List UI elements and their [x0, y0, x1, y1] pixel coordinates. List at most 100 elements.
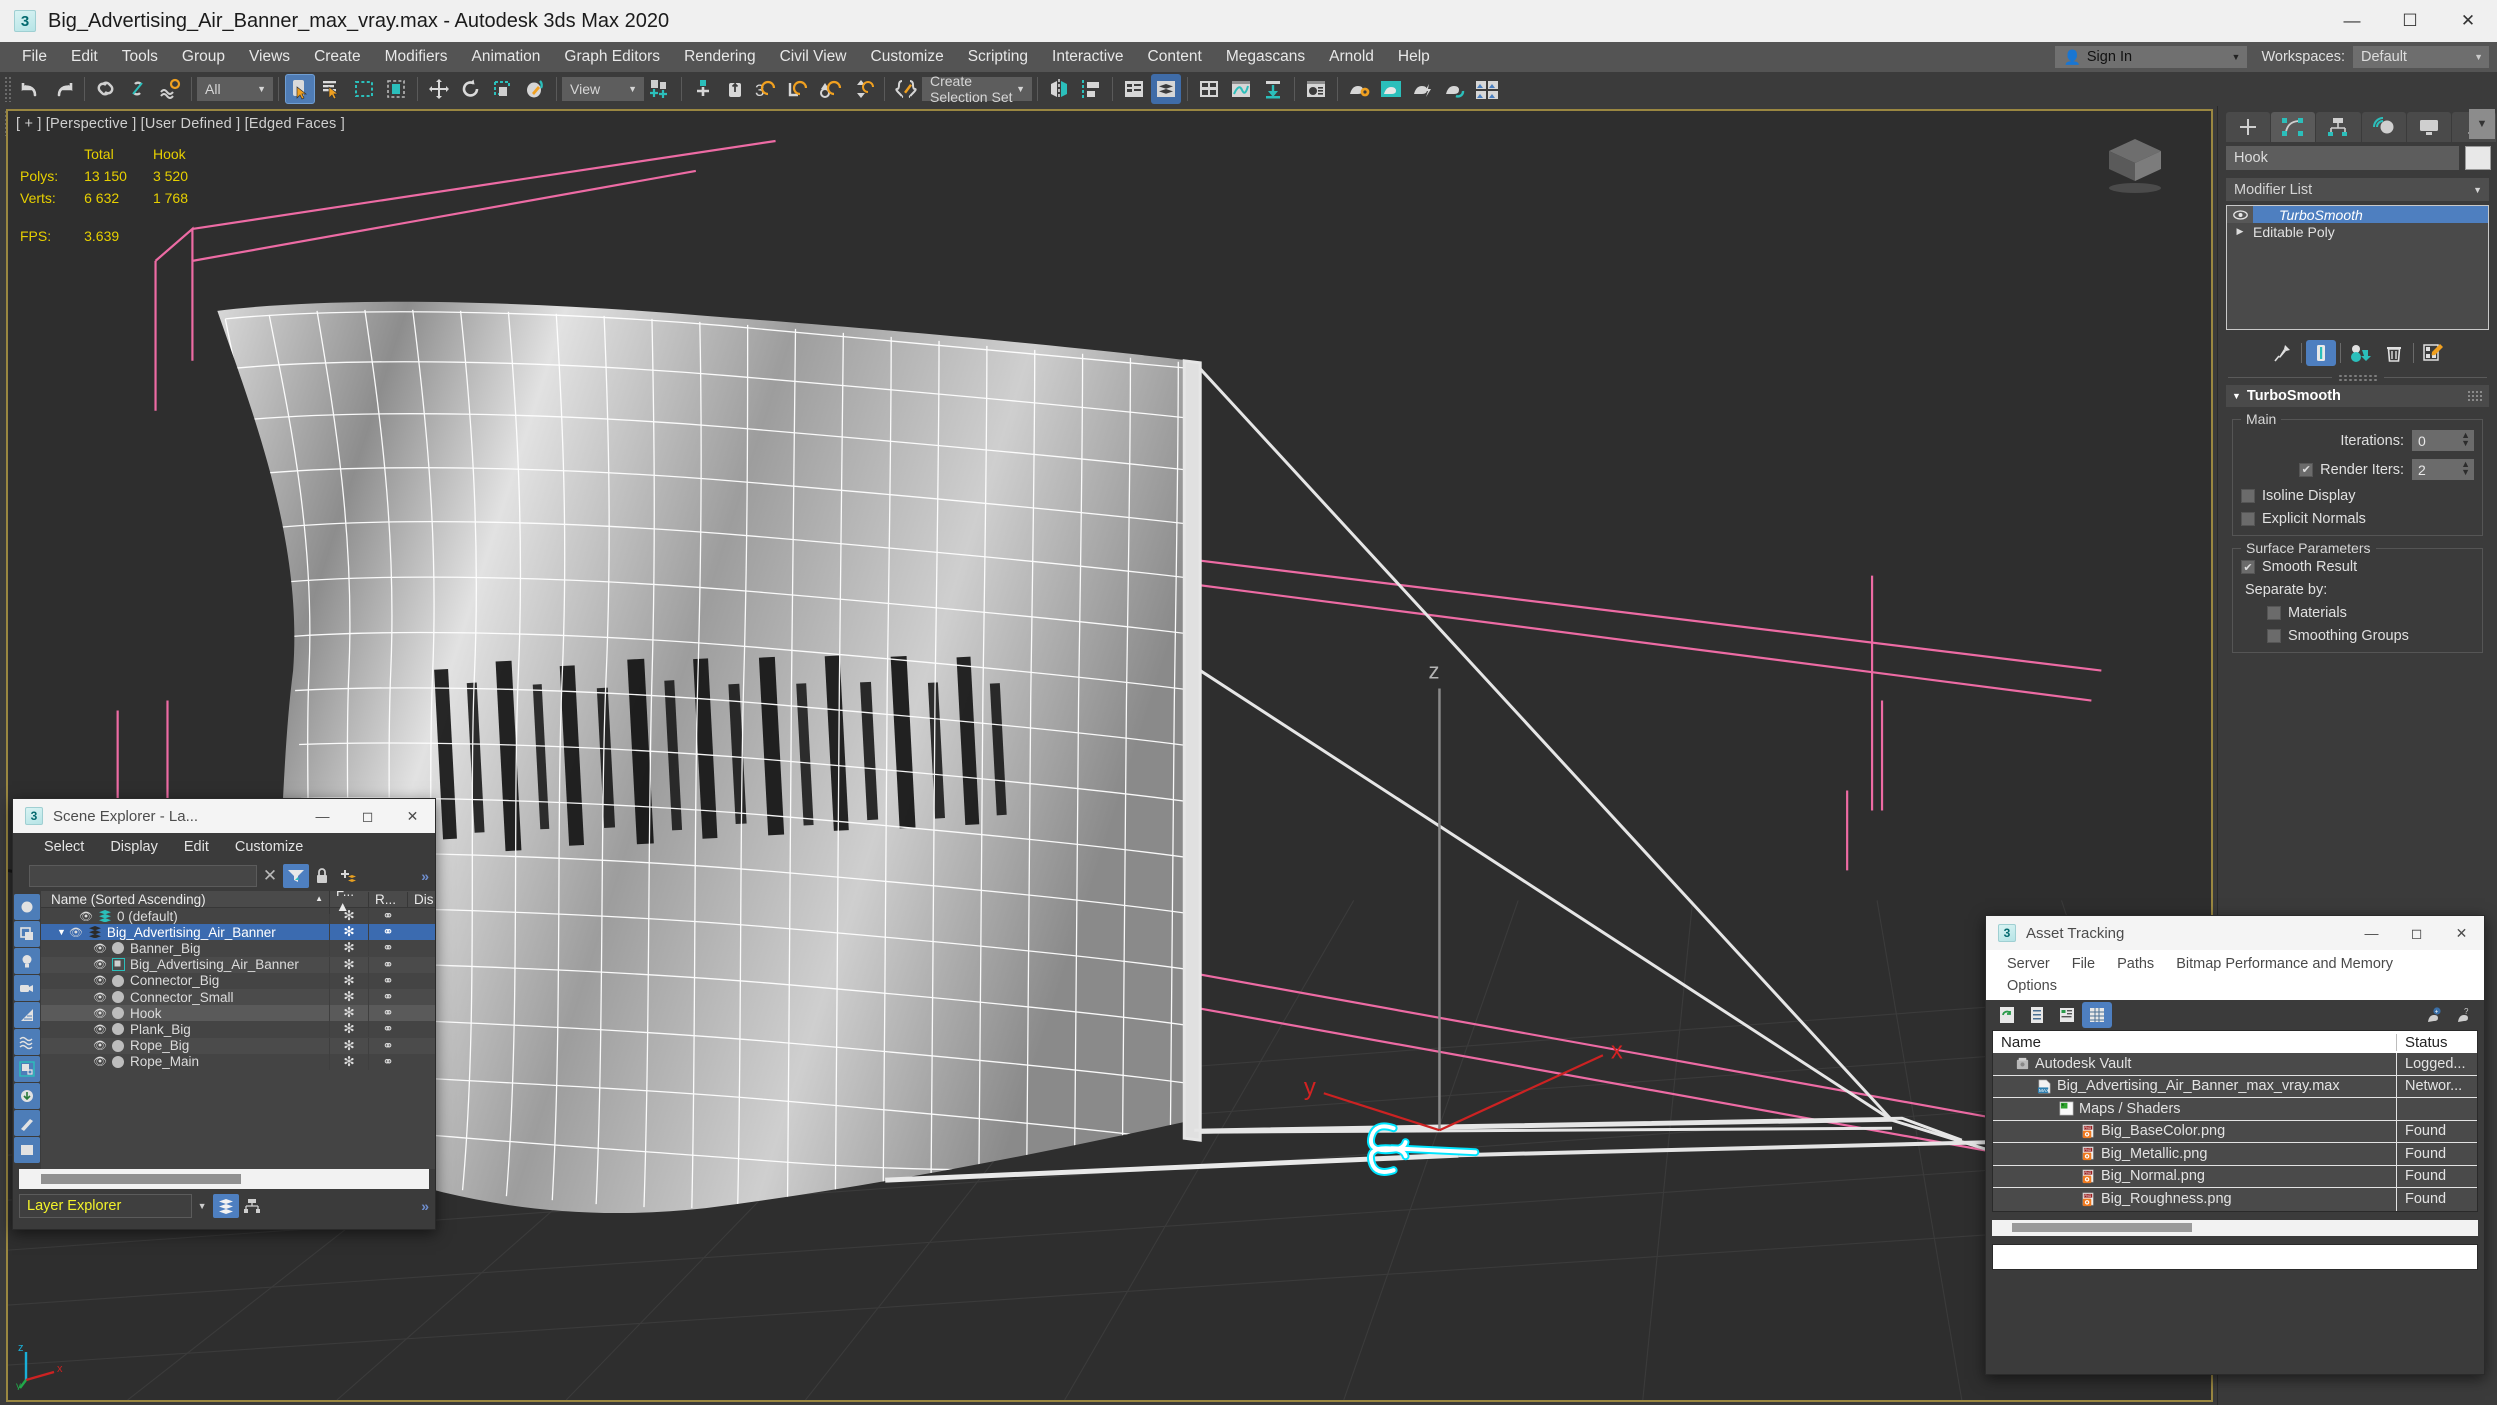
eye-icon[interactable]: 👁: [93, 1023, 107, 1036]
hierarchy-view-icon[interactable]: [239, 1194, 265, 1218]
schematic-view-icon[interactable]: [1258, 74, 1288, 104]
eye-icon[interactable]: 👁: [79, 910, 93, 923]
asset-tracking-table[interactable]: Name Status Autodesk Vault Logged... MAX…: [1992, 1030, 2478, 1212]
use-pivot-point-center-icon[interactable]: [645, 74, 675, 104]
lock-icon[interactable]: [309, 864, 335, 888]
material-editor-icon[interactable]: [1301, 74, 1331, 104]
explicit-normals-checkbox[interactable]: [2241, 512, 2255, 526]
scrollbar-thumb[interactable]: [41, 1174, 241, 1184]
scene-explorer-tree[interactable]: Name (Sorted Ascending) ▲ F... ▲ R... Di…: [41, 891, 435, 1169]
select-object-icon[interactable]: [285, 74, 315, 104]
column-name[interactable]: Name: [1993, 1033, 2397, 1051]
at-menu-file[interactable]: File: [2061, 953, 2106, 975]
select-and-place-icon[interactable]: [520, 74, 550, 104]
frozen-cell[interactable]: ✻: [329, 924, 368, 941]
scene-explorer-dialog[interactable]: 3 Scene Explorer - La... — ◻ ✕ Select Di…: [12, 798, 436, 1230]
panel-more-button[interactable]: ▼: [2469, 109, 2495, 139]
menu-file[interactable]: File: [10, 45, 59, 69]
menu-animation[interactable]: Animation: [459, 45, 552, 69]
filter-icon[interactable]: [283, 864, 309, 888]
asset-tracking-close-button[interactable]: ✕: [2439, 916, 2484, 950]
se-menu-select[interactable]: Select: [31, 839, 97, 855]
pin-stack-icon[interactable]: [2267, 340, 2297, 366]
scene-explorer-hscrollbar[interactable]: [19, 1169, 429, 1189]
selection-set-combo[interactable]: Create Selection Set ▼: [922, 73, 1032, 105]
table-row[interactable]: Autodesk Vault Logged...: [1993, 1053, 2477, 1076]
render-cell[interactable]: ⚭: [368, 1037, 407, 1054]
table-row[interactable]: Maps / Shaders: [1993, 1098, 2477, 1121]
maximize-button[interactable]: ☐: [2381, 0, 2439, 42]
render-iters-checkbox[interactable]: ✔: [2299, 462, 2314, 477]
menu-content[interactable]: Content: [1136, 45, 1214, 69]
spinner-snap2-icon[interactable]: [848, 74, 878, 104]
object-name-field[interactable]: Hook: [2226, 146, 2459, 170]
snaps-toggle-3d-icon[interactable]: [720, 74, 750, 104]
eye-icon[interactable]: 👁: [93, 958, 107, 971]
chevron-down-icon[interactable]: ▼: [198, 1201, 207, 1211]
iterations-spinner[interactable]: 0 ▲ ▼: [2412, 430, 2474, 451]
filter-shapes-icon[interactable]: [14, 921, 40, 947]
asset-tracking-dialog[interactable]: 3 Asset Tracking — ◻ ✕ Server File Paths…: [1985, 915, 2485, 1375]
filter-cameras-icon[interactable]: [14, 975, 40, 1001]
table-row[interactable]: PNG Big_Normal.png Found: [1993, 1165, 2477, 1188]
spinner-snap-toggle-icon[interactable]: [816, 74, 846, 104]
filter-helpers-icon[interactable]: [14, 1002, 40, 1028]
scene-explorer-maximize-button[interactable]: ◻: [345, 799, 390, 833]
show-end-result-icon[interactable]: [2306, 340, 2336, 366]
configure-modifier-sets-icon[interactable]: [2418, 340, 2448, 366]
table-row[interactable]: PNG Big_Metallic.png Found: [1993, 1143, 2477, 1166]
menu-group[interactable]: Group: [170, 45, 237, 69]
table-row[interactable]: 👁 Connector_Big ✻ ⚭: [41, 972, 435, 989]
scene-explorer-icon[interactable]: [1151, 74, 1181, 104]
display-tab[interactable]: [2406, 112, 2451, 142]
window-crossing-icon[interactable]: [381, 74, 411, 104]
edit-named-selection-sets-icon[interactable]: [891, 74, 921, 104]
toolbar-grip[interactable]: [4, 76, 11, 102]
eye-icon[interactable]: [2227, 206, 2253, 223]
list-view-icon[interactable]: [2022, 1002, 2052, 1028]
table-row[interactable]: 👁 Hook ✻ ⚭: [41, 1005, 435, 1022]
menu-create[interactable]: Create: [302, 45, 373, 69]
add-layer-icon[interactable]: [335, 864, 361, 888]
render-production-icon[interactable]: [1408, 74, 1438, 104]
table-row[interactable]: ▼ 👁 Big_Advertising_Air_Banner ✻ ⚭: [41, 924, 435, 941]
render-cell[interactable]: ⚭: [368, 989, 407, 1006]
rectangular-selection-region-icon[interactable]: [349, 74, 379, 104]
menu-scripting[interactable]: Scripting: [956, 45, 1040, 69]
select-and-uniform-scale-icon[interactable]: [488, 74, 518, 104]
eye-icon[interactable]: 👁: [93, 1055, 107, 1068]
select-and-move-icon[interactable]: [424, 74, 454, 104]
frozen-cell[interactable]: ✻: [329, 1037, 368, 1054]
asset-tracking-maximize-button[interactable]: ◻: [2394, 916, 2439, 950]
table-row[interactable]: MAX Big_Advertising_Air_Banner_max_vray.…: [1993, 1075, 2477, 1098]
modifier-stack-item-turbosmooth[interactable]: TurboSmooth: [2227, 206, 2488, 223]
eye-icon[interactable]: 👁: [69, 926, 83, 939]
menu-customize[interactable]: Customize: [859, 45, 956, 69]
view-cube[interactable]: [2095, 133, 2175, 195]
expand-chevrons-icon[interactable]: »: [421, 868, 429, 884]
asset-tracking-hscrollbar[interactable]: [1992, 1219, 2478, 1236]
render-cell[interactable]: ⚭: [368, 924, 407, 941]
frozen-cell[interactable]: ✻: [329, 940, 368, 957]
render-setup-icon[interactable]: [1344, 74, 1374, 104]
column-display[interactable]: Dis: [407, 891, 435, 907]
reference-coordinate-combo[interactable]: View ▼: [562, 77, 644, 101]
se-menu-display[interactable]: Display: [97, 839, 171, 855]
eye-icon[interactable]: 👁: [93, 1039, 107, 1052]
table-row[interactable]: 👁 Rope_Main ✻ ⚭: [41, 1053, 435, 1070]
modifier-stack-item-editable-poly[interactable]: ▶ Editable Poly: [2227, 223, 2488, 240]
table-row[interactable]: PNG Big_BaseColor.png Found: [1993, 1120, 2477, 1143]
table-row[interactable]: 👁 Rope_Big ✻ ⚭: [41, 1037, 435, 1054]
select-by-name-icon[interactable]: [317, 74, 347, 104]
at-menu-bitmap-performance[interactable]: Bitmap Performance and Memory: [2165, 953, 2404, 975]
help1-icon[interactable]: +: [2418, 1002, 2448, 1028]
scene-explorer-close-button[interactable]: ✕: [390, 799, 435, 833]
materials-row[interactable]: Materials: [2267, 605, 2474, 621]
search-input[interactable]: [29, 865, 257, 887]
create-tab[interactable]: [2226, 112, 2271, 142]
table-row[interactable]: 👁 0 (default) ✻ ⚭: [41, 908, 435, 925]
refresh-icon[interactable]: [1992, 1002, 2022, 1028]
render-cell[interactable]: ⚭: [368, 940, 407, 957]
menu-views[interactable]: Views: [237, 45, 302, 69]
menu-arnold[interactable]: Arnold: [1317, 45, 1386, 69]
